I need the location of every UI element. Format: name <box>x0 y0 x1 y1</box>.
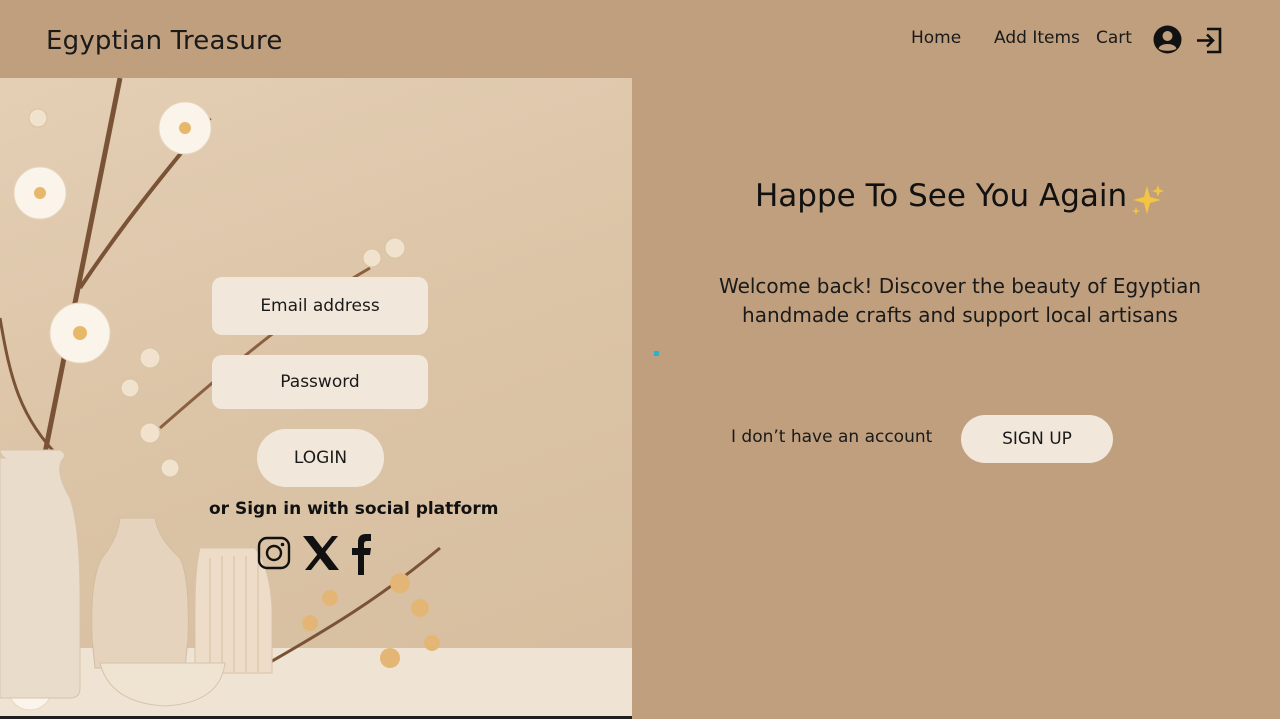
password-field[interactable] <box>212 355 428 409</box>
instagram-icon[interactable] <box>257 536 291 570</box>
welcome-description: Welcome back! Discover the beauty of Egy… <box>718 274 1202 327</box>
social-signin-label: or Sign in with social platform <box>209 499 499 519</box>
user-icon[interactable] <box>1153 25 1182 54</box>
email-field[interactable] <box>212 277 428 335</box>
welcome-headline: Happe To See You Again <box>755 178 1128 214</box>
logout-icon[interactable] <box>1195 26 1224 55</box>
x-icon[interactable] <box>302 535 340 571</box>
signup-button[interactable]: SIGN UP <box>961 415 1113 463</box>
login-button[interactable]: LOGIN <box>257 429 384 487</box>
nav-add-items-link[interactable]: Add Items <box>994 28 1080 48</box>
nav-home-link[interactable]: Home <box>911 28 961 48</box>
no-account-text: I don’t have an account <box>731 427 933 447</box>
sparkles-icon <box>1132 185 1164 215</box>
cursor-dot <box>654 351 659 356</box>
brand-title: Egyptian Treasure <box>46 26 283 56</box>
facebook-icon[interactable] <box>350 533 372 575</box>
nav-cart-link[interactable]: Cart <box>1096 28 1132 48</box>
